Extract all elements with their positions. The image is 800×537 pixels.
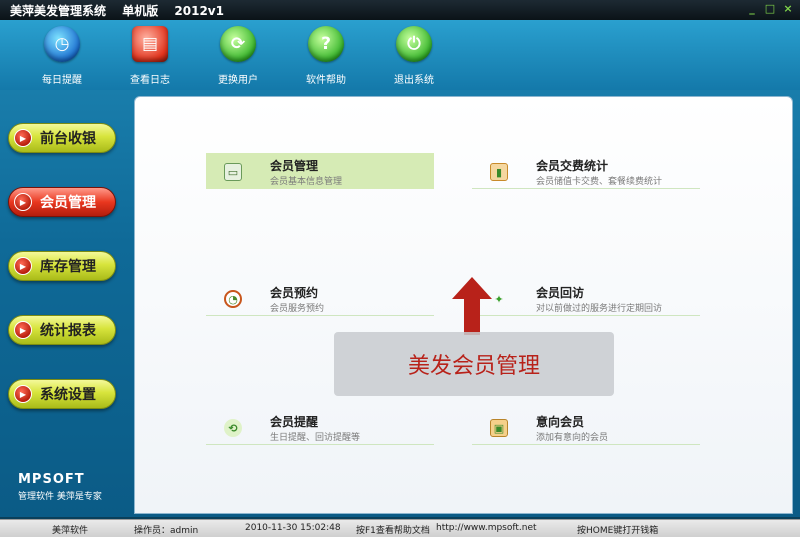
sidebar-item-label: 前台收银 bbox=[40, 131, 96, 147]
menu-item-title: 会员交费统计 bbox=[536, 159, 609, 173]
sidebar-item-label: 统计报表 bbox=[40, 323, 96, 339]
toolbar-daily-reminder-button[interactable]: ◷ 每日提醒 bbox=[18, 26, 106, 88]
window-controls: _ □ × bbox=[746, 2, 794, 15]
maximize-button[interactable]: □ bbox=[764, 2, 776, 15]
status-hint: 按HOME键打开钱箱 bbox=[577, 526, 659, 536]
sidebar-item-reports[interactable]: ▶ 统计报表 bbox=[8, 315, 116, 345]
menu-item-title: 会员预约 bbox=[270, 286, 319, 300]
help-icon: ? bbox=[308, 26, 344, 62]
menu-item-subtitle: 会员储值卡交费、套餐续费统计 bbox=[536, 177, 663, 187]
power-icon: ⏻ bbox=[396, 26, 432, 62]
menu-item-member-management[interactable]: ▭ 会员管理 会员基本信息管理 bbox=[206, 153, 434, 189]
menu-item-prospect[interactable]: ▣ 意向会员 添加有意向的会员 bbox=[472, 409, 700, 445]
window-title: 美萍美发管理系统 单机版 2012v1 bbox=[10, 2, 236, 19]
toolbar: ◷ 每日提醒 ▤ 查看日志 ⟳ 更换用户 ? 软件帮助 ⏻ 退出系统 bbox=[18, 26, 458, 88]
app-name: 美萍美发管理系统 bbox=[10, 3, 107, 18]
toolbar-label: 退出系统 bbox=[394, 75, 434, 86]
sidebar-item-label: 会员管理 bbox=[40, 195, 96, 211]
brand-logo: MPSOFT bbox=[18, 472, 85, 487]
toolbar-label: 软件帮助 bbox=[306, 75, 346, 86]
menu-item-title: 会员回访 bbox=[536, 286, 585, 300]
page-caption: 美发会员管理 bbox=[334, 332, 614, 396]
sidebar-item-label: 库存管理 bbox=[40, 259, 96, 275]
menu-item-appointment[interactable]: ◔ 会员预约 会员服务预约 bbox=[206, 280, 434, 316]
sidebar-item-settings[interactable]: ▶ 系统设置 bbox=[8, 379, 116, 409]
menu-item-payment-stats[interactable]: ▮ 会员交费统计 会员储值卡交费、套餐续费统计 bbox=[472, 153, 700, 189]
content-panel: ▭ 会员管理 会员基本信息管理 ▮ 会员交费统计 会员储值卡交费、套餐续费统计 … bbox=[134, 96, 793, 514]
app-version: 2012v1 bbox=[174, 3, 224, 18]
prospect-icon: ▣ bbox=[490, 419, 508, 437]
menu-item-subtitle: 对以前做过的服务进行定期回访 bbox=[536, 304, 663, 314]
toolbar-view-log-button[interactable]: ▤ 查看日志 bbox=[106, 26, 194, 88]
minimize-button[interactable]: _ bbox=[746, 2, 758, 15]
sidebar-item-members[interactable]: ▶ 会员管理 bbox=[8, 187, 116, 217]
play-icon: ▶ bbox=[14, 321, 32, 339]
clock-icon: ◷ bbox=[44, 26, 80, 62]
title-bar: 美萍美发管理系统 单机版 2012v1 _ □ × bbox=[0, 0, 800, 20]
menu-item-subtitle: 会员基本信息管理 bbox=[270, 177, 343, 187]
status-bar: 美萍软件 操作员：admin 2010-11-30 15:02:48 按F1查看… bbox=[0, 519, 800, 537]
sidebar-item-label: 系统设置 bbox=[40, 387, 96, 403]
status-company: 美萍软件 bbox=[52, 526, 89, 536]
toolbar-label: 每日提醒 bbox=[42, 75, 82, 86]
reminder-icon: ⟲ bbox=[224, 419, 242, 437]
play-icon: ▶ bbox=[14, 385, 32, 403]
stats-icon: ▮ bbox=[490, 163, 508, 181]
status-url[interactable]: http://www.mpsoft.net bbox=[436, 523, 537, 533]
play-icon: ▶ bbox=[14, 129, 32, 147]
sidebar-item-inventory[interactable]: ▶ 库存管理 bbox=[8, 251, 116, 281]
menu-item-reminder[interactable]: ⟲ 会员提醒 生日提醒、回访提醒等 bbox=[206, 409, 434, 445]
status-help: 按F1查看帮助文档 bbox=[356, 526, 430, 536]
menu-item-subtitle: 生日提醒、回访提醒等 bbox=[270, 433, 361, 443]
arrow-up-icon bbox=[452, 277, 492, 335]
toolbar-label: 更换用户 bbox=[218, 75, 258, 86]
toolbar-help-button[interactable]: ? 软件帮助 bbox=[282, 26, 370, 88]
status-datetime: 2010-11-30 15:02:48 bbox=[245, 523, 341, 533]
menu-item-title: 会员提醒 bbox=[270, 415, 319, 429]
menu-item-subtitle: 添加有意向的会员 bbox=[536, 433, 609, 443]
menu-item-subtitle: 会员服务预约 bbox=[270, 304, 325, 314]
app-edition: 单机版 bbox=[122, 3, 159, 18]
toolbar-exit-button[interactable]: ⏻ 退出系统 bbox=[370, 26, 458, 88]
log-icon: ▤ bbox=[132, 26, 168, 62]
member-card-icon: ▭ bbox=[224, 163, 242, 181]
brand-slogan: 管理软件 美萍是专家 bbox=[18, 492, 102, 502]
brand: MPSOFT 管理软件 美萍是专家 bbox=[18, 472, 118, 502]
toolbar-label: 查看日志 bbox=[130, 75, 170, 86]
appointment-clock-icon: ◔ bbox=[224, 290, 242, 308]
sidebar-nav: ▶ 前台收银 ▶ 会员管理 ▶ 库存管理 ▶ 统计报表 ▶ 系统设置 bbox=[8, 123, 116, 443]
menu-item-title: 会员管理 bbox=[270, 159, 319, 173]
play-icon: ▶ bbox=[14, 257, 32, 275]
sidebar-item-checkout[interactable]: ▶ 前台收银 bbox=[8, 123, 116, 153]
revisit-icon: ✦ bbox=[494, 292, 504, 306]
menu-item-title: 意向会员 bbox=[536, 415, 585, 429]
switch-user-icon: ⟳ bbox=[220, 26, 256, 62]
close-button[interactable]: × bbox=[782, 2, 794, 15]
status-operator: 操作员：admin bbox=[134, 526, 199, 536]
play-icon: ▶ bbox=[14, 193, 32, 211]
toolbar-switch-user-button[interactable]: ⟳ 更换用户 bbox=[194, 26, 282, 88]
menu-item-revisit[interactable]: ✦ 会员回访 对以前做过的服务进行定期回访 bbox=[472, 280, 700, 316]
